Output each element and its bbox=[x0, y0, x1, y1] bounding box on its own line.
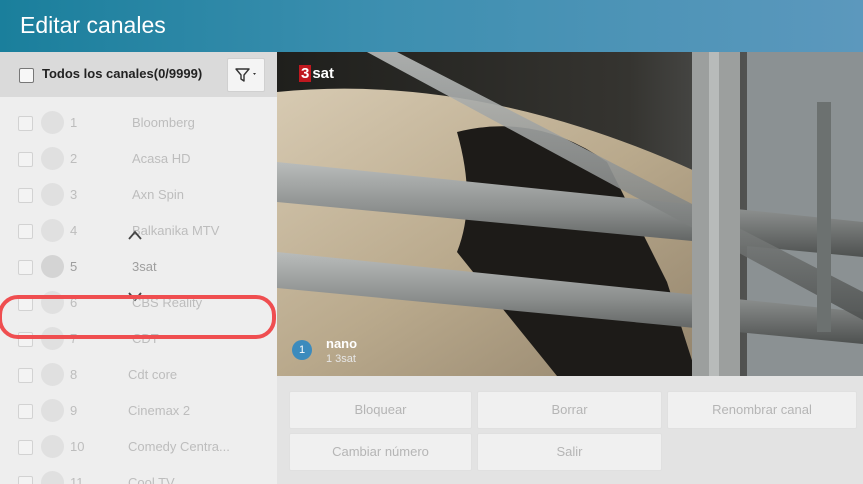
channel-logo: 3 sat bbox=[299, 65, 335, 82]
channel-row[interactable]: 9 Cinemax 2 bbox=[0, 393, 277, 429]
channel-preview: 3 sat 1 nano 1 3sat bbox=[277, 52, 863, 376]
channel-checkbox[interactable] bbox=[18, 116, 33, 131]
channel-checkbox[interactable] bbox=[18, 224, 33, 239]
channel-number: 8 bbox=[70, 367, 78, 382]
channel-number: 1 bbox=[70, 115, 78, 130]
channel-logo-placeholder bbox=[41, 147, 64, 170]
select-all-row[interactable]: Todos los canales(0/9999) bbox=[0, 52, 277, 97]
channel-list-panel: Todos los canales(0/9999) 1 Bloomberg 2 … bbox=[0, 52, 277, 484]
channel-row[interactable]: 3 Axn Spin bbox=[0, 177, 277, 213]
channel-number: 9 bbox=[70, 403, 78, 418]
channel-checkbox[interactable] bbox=[18, 440, 33, 455]
channel-row[interactable]: 2 Acasa HD bbox=[0, 141, 277, 177]
action-buttons-panel: Bloquear Borrar Renombrar canal Cambiar … bbox=[277, 376, 863, 484]
channel-name: Bloomberg bbox=[132, 115, 195, 130]
preview-video-frame bbox=[277, 52, 863, 376]
channel-checkbox[interactable] bbox=[18, 188, 33, 203]
program-channel: 1 3sat bbox=[326, 353, 356, 365]
channel-name: Cool TV bbox=[128, 475, 175, 484]
channel-checkbox[interactable] bbox=[18, 404, 33, 419]
channel-row[interactable]: 10 Comedy Centra... bbox=[0, 429, 277, 465]
channel-number: 2 bbox=[70, 151, 78, 166]
rename-channel-button[interactable]: Renombrar canal bbox=[667, 391, 857, 429]
filter-button[interactable] bbox=[227, 58, 265, 92]
select-all-label: Todos los canales(0/9999) bbox=[42, 66, 203, 81]
exit-button[interactable]: Salir bbox=[477, 433, 662, 471]
channel-name: Comedy Centra... bbox=[128, 439, 230, 454]
selected-channel-highlight bbox=[0, 295, 276, 339]
channel-logo-placeholder bbox=[41, 471, 64, 484]
channel-number: 11 bbox=[70, 475, 84, 484]
channel-number: 10 bbox=[70, 439, 85, 454]
channel-logo-placeholder bbox=[41, 183, 64, 206]
page-title: Editar canales bbox=[20, 12, 166, 38]
change-number-button[interactable]: Cambiar número bbox=[289, 433, 472, 471]
channel-row-selected[interactable]: 5 3sat bbox=[0, 249, 277, 285]
channel-checkbox[interactable] bbox=[18, 476, 33, 484]
program-title: nano bbox=[326, 336, 358, 351]
channel-logo-placeholder bbox=[41, 111, 64, 134]
channel-name: 3sat bbox=[132, 259, 157, 274]
channel-name: Cdt core bbox=[128, 367, 178, 382]
delete-button[interactable]: Borrar bbox=[477, 391, 662, 429]
channel-logo-placeholder bbox=[41, 435, 64, 458]
app-header: Editar canales bbox=[0, 0, 863, 52]
channel-checkbox[interactable] bbox=[18, 368, 33, 383]
channel-name: Cinemax 2 bbox=[128, 403, 191, 418]
move-up-arrow-icon[interactable] bbox=[128, 230, 142, 240]
filter-icon bbox=[235, 68, 256, 82]
channel-name: Acasa HD bbox=[132, 151, 191, 166]
block-button[interactable]: Bloquear bbox=[289, 391, 472, 429]
channel-number: 3 bbox=[70, 187, 78, 202]
channel-checkbox[interactable] bbox=[18, 152, 33, 167]
channel-row[interactable]: 11 Cool TV bbox=[0, 465, 277, 484]
channel-logo-placeholder bbox=[41, 219, 64, 242]
channel-number-badge: 1 bbox=[292, 340, 312, 360]
channel-logo-placeholder bbox=[41, 255, 64, 278]
channel-name: Balkanika MTV bbox=[132, 223, 220, 238]
channel-logo-placeholder bbox=[41, 363, 64, 386]
channel-checkbox[interactable] bbox=[18, 260, 33, 275]
channel-row[interactable]: 8 Cdt core bbox=[0, 357, 277, 393]
select-all-checkbox[interactable] bbox=[19, 68, 34, 83]
channel-number: 4 bbox=[70, 223, 78, 238]
channel-logo-placeholder bbox=[41, 399, 64, 422]
channel-row[interactable]: 1 Bloomberg bbox=[0, 105, 277, 141]
channel-number: 5 bbox=[70, 259, 78, 274]
channel-name: Axn Spin bbox=[132, 187, 185, 202]
